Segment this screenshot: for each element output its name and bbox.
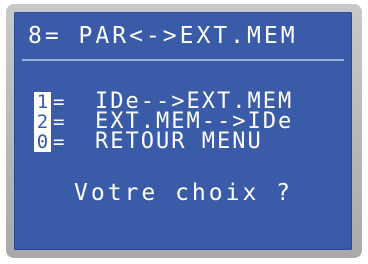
menu-key: 1: [34, 92, 51, 112]
menu-separator: =: [53, 131, 65, 153]
menu-item-retour-menu[interactable]: 0 = RETOUR MENU: [34, 129, 293, 154]
menu-separator: =: [53, 111, 65, 133]
menu-key: 0: [34, 132, 51, 152]
menu-key: 2: [34, 112, 51, 132]
menu-list: 1 = IDe-->EXT.MEM 2 = EXT.MEM-->IDe 0 = …: [34, 91, 293, 154]
menu-label: RETOUR MENU: [95, 129, 263, 154]
title-divider: [22, 59, 344, 61]
menu-separator: =: [53, 91, 65, 113]
lcd-screen: 8= PAR<->EXT.MEM 1 = IDe-->EXT.MEM 2 = E…: [14, 12, 352, 250]
screen-title: 8= PAR<->EXT.MEM: [28, 23, 298, 49]
choice-prompt: Votre choix ?: [74, 180, 294, 206]
